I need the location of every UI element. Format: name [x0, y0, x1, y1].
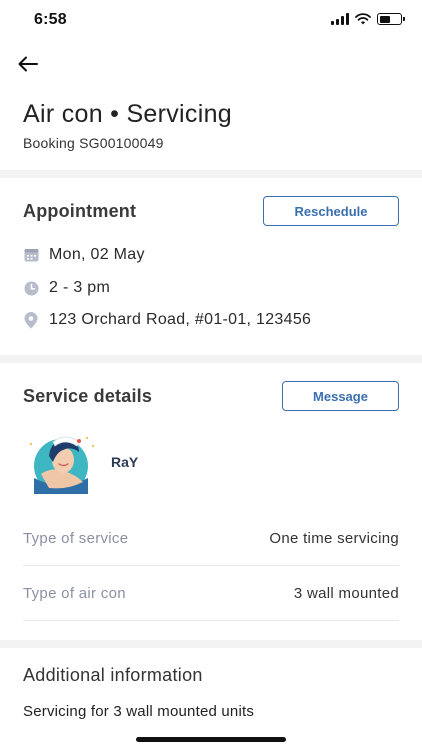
- detail-row-aircon-type: Type of air con 3 wall mounted: [23, 567, 399, 621]
- home-indicator[interactable]: [136, 737, 286, 742]
- appointment-address-row: 123 Orchard Road, #01-01, 123456: [23, 311, 311, 329]
- appointment-date-row: Mon, 02 May: [23, 246, 145, 264]
- detail-row-service-type: Type of service One time servicing: [23, 512, 399, 566]
- page-header: Air con • Servicing Booking SG00100049: [23, 100, 232, 151]
- booking-number: Booking SG00100049: [23, 135, 164, 151]
- appointment-address: 123 Orchard Road, #01-01, 123456: [49, 311, 312, 328]
- appointment-time: 2 - 3 pm: [49, 279, 111, 296]
- wifi-icon: [355, 13, 371, 25]
- additional-info-text: Servicing for 3 wall mounted units: [23, 703, 255, 720]
- calendar-icon: [23, 247, 39, 263]
- section-divider: [0, 355, 422, 363]
- detail-label: Type of service: [23, 530, 129, 547]
- reschedule-button[interactable]: Reschedule: [263, 196, 399, 226]
- appointment-title: Appointment: [23, 201, 137, 221]
- battery-level: [379, 15, 390, 23]
- status-time: 6:58: [34, 11, 67, 28]
- provider-name: RaY: [111, 454, 139, 470]
- detail-label: Type of air con: [23, 585, 126, 602]
- location-pin-icon: [23, 311, 39, 328]
- detail-value: One time servicing: [269, 530, 399, 547]
- appointment-time-row: 2 - 3 pm: [23, 279, 110, 297]
- detail-value: 3 wall mounted: [293, 585, 399, 602]
- cellular-signal-icon: [331, 13, 349, 25]
- arrow-left-icon: [18, 56, 38, 72]
- additional-info-title: Additional information: [23, 665, 203, 685]
- status-icons: [331, 13, 405, 25]
- status-bar: 6:58: [0, 0, 422, 44]
- page-title: Air con • Servicing: [23, 100, 232, 128]
- section-divider: [0, 170, 422, 178]
- battery-icon: [377, 13, 405, 25]
- back-button[interactable]: [14, 50, 42, 78]
- appointment-date: Mon, 02 May: [49, 246, 145, 263]
- provider-avatar: [23, 430, 99, 494]
- message-button[interactable]: Message: [282, 381, 399, 411]
- section-divider: [0, 640, 422, 648]
- clock-icon: [23, 280, 39, 296]
- service-details-title: Service details: [23, 386, 153, 406]
